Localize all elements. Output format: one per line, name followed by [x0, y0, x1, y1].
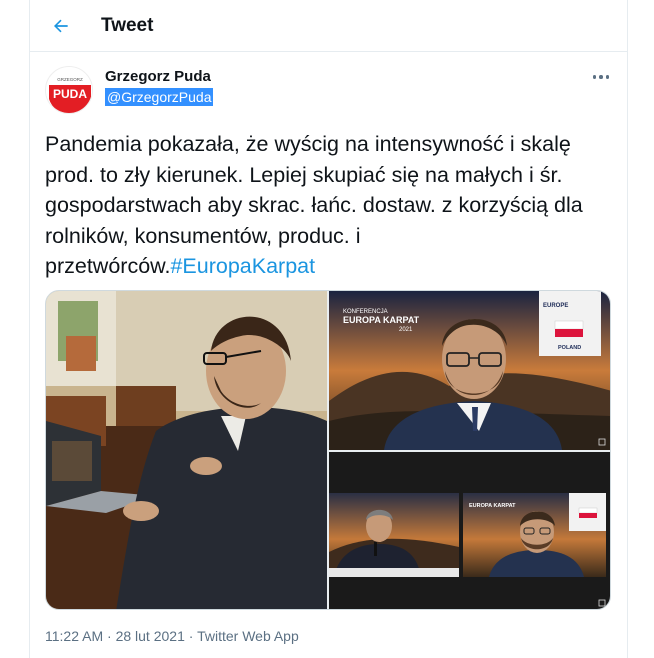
meta-separator: · — [188, 628, 194, 644]
hashtag-link[interactable]: #EuropaKarpat — [170, 254, 315, 278]
avatar-top-text: GRZEGORZ — [57, 77, 83, 82]
right-border — [627, 0, 628, 658]
media-photo-laptop[interactable] — [46, 291, 327, 609]
author-handle[interactable]: @GrzegorzPuda — [105, 88, 214, 106]
media-photo-splitscreen[interactable]: EUROPA KARPAT — [329, 452, 610, 609]
author-name[interactable]: Grzegorz Puda — [105, 68, 211, 85]
media-photo-videocall[interactable]: KONFERENCJA EUROPA KARPAT 2021 EUROPE PO… — [329, 291, 610, 450]
tweet-source-app[interactable]: Twitter Web App — [197, 628, 299, 644]
laptop-photo — [46, 291, 327, 609]
conference-title-line2: EUROPA KARPAT — [343, 315, 420, 325]
avatar-main-text: PUDA — [53, 87, 87, 101]
flag-label: POLAND — [558, 345, 581, 351]
back-arrow-icon — [54, 19, 68, 33]
splitscreen-photo: EUROPA KARPAT — [329, 452, 610, 609]
avatar-logo: GRZEGORZ PUDA — [46, 67, 92, 113]
tweet-date[interactable]: 28 lut 2021 — [116, 628, 185, 644]
page-title: Tweet — [101, 15, 154, 36]
videocall-photo: KONFERENCJA EUROPA KARPAT 2021 EUROPE PO… — [329, 291, 610, 450]
meta-separator: · — [107, 628, 112, 644]
split-conference-title: EUROPA KARPAT — [469, 503, 516, 509]
back-button[interactable] — [47, 12, 75, 40]
europe-badge-text: EUROPE — [543, 303, 568, 309]
tweet-meta: 11:22 AM · 28 lut 2021 · Twitter Web App — [45, 628, 299, 644]
avatar[interactable]: GRZEGORZ PUDA — [45, 66, 93, 114]
tweet-text: Pandemia pokazała, że wyścig na intensyw… — [45, 129, 615, 282]
tweet-time[interactable]: 11:22 AM — [45, 628, 103, 644]
page-header: Tweet — [30, 0, 627, 52]
media-grid: KONFERENCJA EUROPA KARPAT 2021 EUROPE PO… — [45, 290, 611, 610]
conference-year: 2021 — [399, 327, 413, 333]
more-dot-icon — [599, 75, 603, 79]
more-options-button[interactable] — [588, 64, 614, 90]
more-dot-icon — [605, 75, 610, 79]
more-dot-icon — [592, 75, 597, 79]
left-border — [29, 0, 30, 658]
